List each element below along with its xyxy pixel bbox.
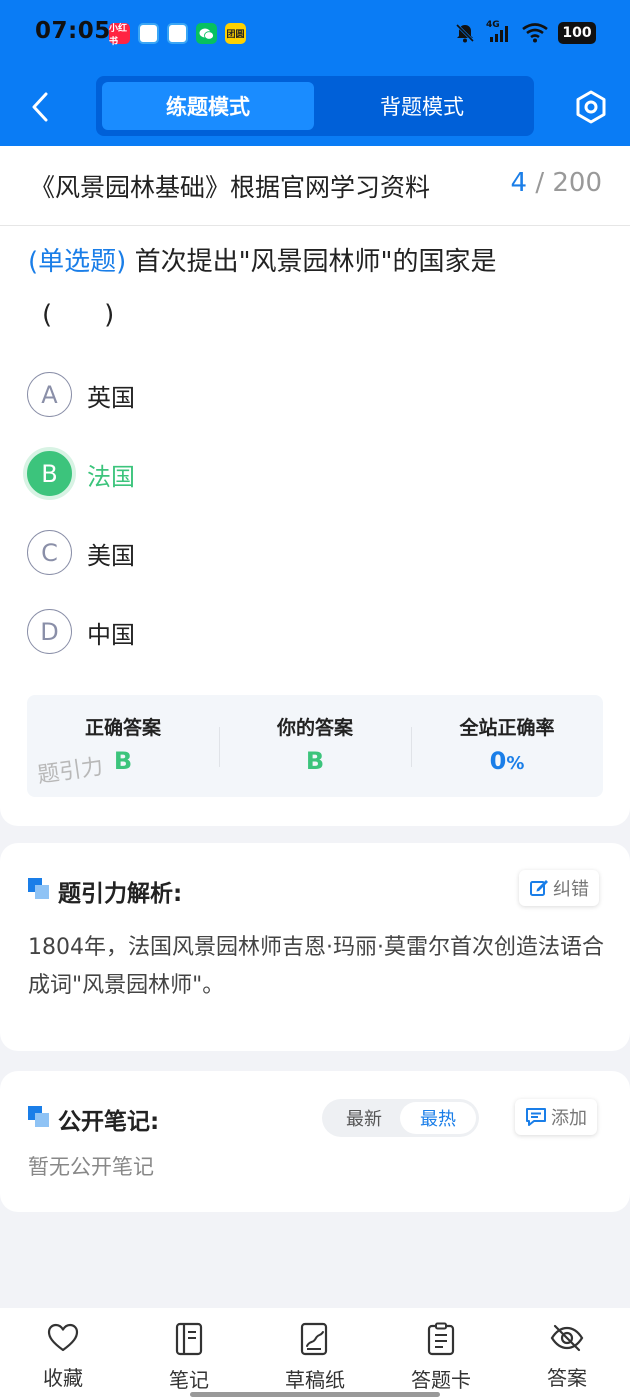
section-icon	[28, 1106, 50, 1128]
site-accuracy-label: 全站正确率	[459, 717, 555, 739]
option-text: 美国	[87, 542, 135, 570]
notes-button[interactable]: 笔记	[139, 1322, 239, 1393]
option-c[interactable]: C 美国	[27, 530, 327, 576]
notes-sort-toggle: 最新 最热	[322, 1099, 479, 1137]
favorite-button[interactable]: 收藏	[13, 1322, 113, 1391]
xiaohongshu-icon: 小红书	[109, 23, 130, 47]
report-error-label: 纠错	[553, 879, 589, 900]
correct-answer-label: 正确答案	[84, 717, 161, 739]
hexagon-settings-icon	[576, 90, 606, 124]
your-answer-value: B	[305, 747, 325, 775]
tab-practice-mode[interactable]: 练题模式	[102, 82, 314, 130]
battery-indicator: 100	[558, 22, 596, 44]
question-progress: 4 / 200	[510, 168, 602, 198]
analysis-title: 题引力解析:	[58, 881, 183, 907]
add-note-label: 添加	[551, 1108, 587, 1129]
analysis-text: 1804年，法国风景园林师吉恩·玛丽·莫雷尔首次创造法语合成词"风景园林师"。	[28, 935, 604, 998]
answer-blank: ( )	[42, 300, 115, 330]
signal-icon: 4G	[486, 20, 512, 44]
option-letter: A	[27, 372, 72, 417]
answer-sheet-label: 答题卡	[411, 1368, 471, 1392]
bottom-toolbar: 收藏 笔记 草稿纸 答题卡 答案	[0, 1308, 630, 1400]
option-a[interactable]: A 英国	[27, 372, 327, 418]
option-letter: B	[27, 451, 72, 496]
question-bank-header: 《风景园林基础》根据官网学习资料 4 / 200	[0, 146, 630, 226]
your-answer-label: 你的答案	[276, 717, 353, 739]
favorite-label: 收藏	[43, 1366, 83, 1390]
option-text: 中国	[87, 621, 135, 649]
option-letter: D	[27, 609, 72, 654]
section-icon	[28, 878, 50, 900]
question-stem: 首次提出"风景园林师"的国家是	[134, 247, 497, 277]
analysis-card: 题引力解析: 纠错 1804年，法国风景园林师吉恩·玛丽·莫雷尔首次创造法语合成…	[0, 843, 630, 1051]
question-bank-title: 《风景园林基础》根据官网学习资料	[30, 173, 431, 202]
question-card: 《风景园林基础》根据官网学习资料 4 / 200 (单选题) 首次提出"风景园林…	[0, 146, 630, 826]
tab-memorize-mode[interactable]: 背题模式	[316, 82, 528, 130]
answer-sheet-icon	[427, 1322, 455, 1356]
comment-icon	[526, 1108, 546, 1126]
wechat-icon	[196, 23, 217, 44]
question-type: (单选题)	[28, 247, 127, 277]
show-answer-button[interactable]: 答案	[517, 1322, 617, 1391]
notebook-icon	[175, 1322, 203, 1356]
site-accuracy-value: 0%	[489, 747, 525, 775]
public-notes-card: 公开笔记: 最新 最热 添加 暂无公开笔记	[0, 1071, 630, 1212]
back-button[interactable]	[26, 90, 56, 124]
meituan-icon: 团圆	[225, 23, 246, 44]
mode-switch: 练题模式 背题模式	[96, 76, 534, 136]
correct-answer: 正确答案 B 题引力	[27, 695, 219, 797]
status-time: 07:05	[35, 18, 111, 44]
total-questions: 200	[552, 168, 602, 198]
site-accuracy: 全站正确率 0%	[411, 695, 603, 797]
draft-paper-icon	[300, 1322, 328, 1356]
current-question-number: 4	[510, 168, 528, 198]
draft-paper-button[interactable]: 草稿纸	[265, 1322, 365, 1393]
system-status: 4G 100	[454, 20, 596, 44]
report-error-button[interactable]: 纠错	[519, 870, 599, 906]
option-text: 法国	[87, 463, 135, 491]
answer-sheet-button[interactable]: 答题卡	[391, 1322, 491, 1393]
edit-icon	[530, 880, 548, 896]
eye-hidden-icon	[550, 1324, 584, 1352]
heart-icon	[47, 1323, 79, 1352]
draft-paper-label: 草稿纸	[285, 1368, 345, 1392]
chevron-left-icon	[32, 92, 48, 122]
option-letter: C	[27, 530, 72, 575]
sort-hottest[interactable]: 最热	[400, 1102, 476, 1134]
show-answer-label: 答案	[547, 1366, 587, 1390]
empty-notes-text: 暂无公开笔记	[28, 1155, 154, 1179]
chat-bubble-icon	[138, 23, 159, 44]
option-text: 英国	[87, 384, 135, 412]
question-text: (单选题) 首次提出"风景园林师"的国家是	[28, 242, 588, 282]
option-b[interactable]: B 法国	[27, 451, 327, 497]
sort-newest[interactable]: 最新	[326, 1102, 402, 1134]
mute-bell-icon	[455, 23, 475, 43]
option-d[interactable]: D 中国	[27, 609, 327, 655]
notification-icons: 小红书 团圆	[109, 23, 246, 47]
app-header: 07:05 小红书 团圆 4G 100 练题模式 背题模式	[0, 0, 630, 146]
notes-title: 公开笔记:	[58, 1109, 160, 1135]
add-note-button[interactable]: 添加	[515, 1099, 597, 1135]
status-bar: 07:05 小红书 团圆 4G 100	[0, 0, 630, 68]
wifi-icon	[522, 23, 548, 43]
home-indicator[interactable]	[190, 1392, 440, 1397]
chat-bubble-2-icon	[167, 23, 188, 44]
settings-button[interactable]	[574, 90, 608, 124]
answer-summary: 正确答案 B 题引力 你的答案 B 全站正确率 0%	[27, 695, 603, 797]
your-answer: 你的答案 B	[219, 695, 411, 797]
notes-label: 笔记	[169, 1368, 209, 1392]
